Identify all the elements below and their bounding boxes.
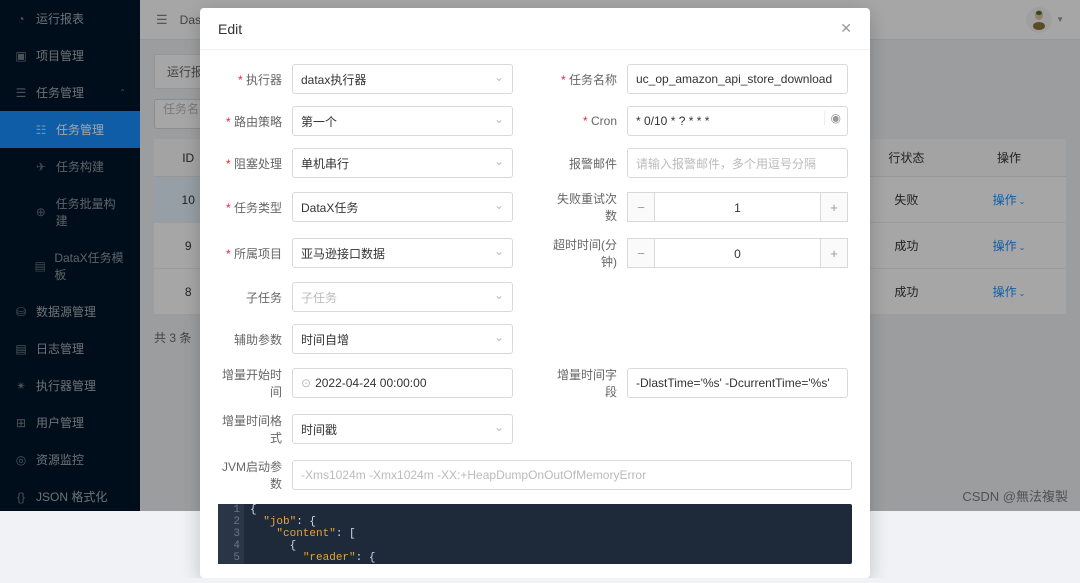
timeout-label: 超时时间(分钟) — [553, 236, 627, 270]
aux-label: 辅助参数 — [218, 331, 292, 348]
alarm-input[interactable]: 请输入报警邮件，多个用逗号分隔 — [627, 148, 848, 178]
route-label: 路由策略 — [218, 113, 292, 130]
incstart-label: 增量开始时间 — [218, 366, 292, 400]
block-label: 阻塞处理 — [218, 155, 292, 172]
retry-label: 失败重试次数 — [553, 190, 627, 224]
clock-icon: ⊙ — [301, 376, 311, 390]
retry-increase[interactable]: + — [820, 192, 848, 222]
jvm-input[interactable]: -Xms1024m -Xmx1024m -XX:+HeapDumpOnOutOf… — [292, 460, 852, 490]
aux-select[interactable]: 时间自增 — [292, 324, 513, 354]
watermark: CSDN @無法複製 — [962, 486, 1068, 505]
modal-title: Edit — [218, 21, 242, 37]
subtask-select[interactable]: 子任务 — [292, 282, 513, 312]
edit-modal: Edit ✕ 执行器 datax执行器 任务名称 uc_op_amazon_ap… — [200, 8, 870, 578]
incfmt-select[interactable]: 时间戳 — [292, 414, 513, 444]
incfmt-label: 增量时间格式 — [218, 412, 292, 446]
timeout-value[interactable]: 0 — [655, 238, 820, 268]
incstart-input[interactable]: ⊙2022-04-24 00:00:00 — [292, 368, 513, 398]
executor-select[interactable]: datax执行器 — [292, 64, 513, 94]
tasktype-select[interactable]: DataX任务 — [292, 192, 513, 222]
retry-decrease[interactable]: − — [627, 192, 655, 222]
taskname-input[interactable]: uc_op_amazon_api_store_download — [627, 64, 848, 94]
jvm-label: JVM启动参数 — [218, 458, 292, 492]
block-select[interactable]: 单机串行 — [292, 148, 513, 178]
project-select[interactable]: 亚马逊接口数据 — [292, 238, 513, 268]
taskname-label: 任务名称 — [553, 71, 627, 88]
close-icon[interactable]: ✕ — [840, 20, 852, 37]
alarm-label: 报警邮件 — [553, 155, 627, 172]
incfield-input[interactable]: -DlastTime='%s' -DcurrentTime='%s' — [627, 368, 848, 398]
route-select[interactable]: 第一个 — [292, 106, 513, 136]
subtask-label: 子任务 — [218, 289, 292, 306]
tasktype-label: 任务类型 — [218, 199, 292, 216]
retry-value[interactable]: 1 — [655, 192, 820, 222]
cron-label: Cron — [553, 114, 627, 128]
timeout-increase[interactable]: + — [820, 238, 848, 268]
project-label: 所属项目 — [218, 245, 292, 262]
cron-input[interactable]: * 0/10 * ? * * *◉ — [627, 106, 848, 136]
incfield-label: 增量时间字段 — [553, 366, 627, 400]
timeout-decrease[interactable]: − — [627, 238, 655, 268]
eye-icon[interactable]: ◉ — [824, 111, 841, 125]
executor-label: 执行器 — [218, 71, 292, 88]
json-editor[interactable]: 1{ 2 "job": { 3 "content": [ 4 { 5 "read… — [218, 504, 852, 564]
